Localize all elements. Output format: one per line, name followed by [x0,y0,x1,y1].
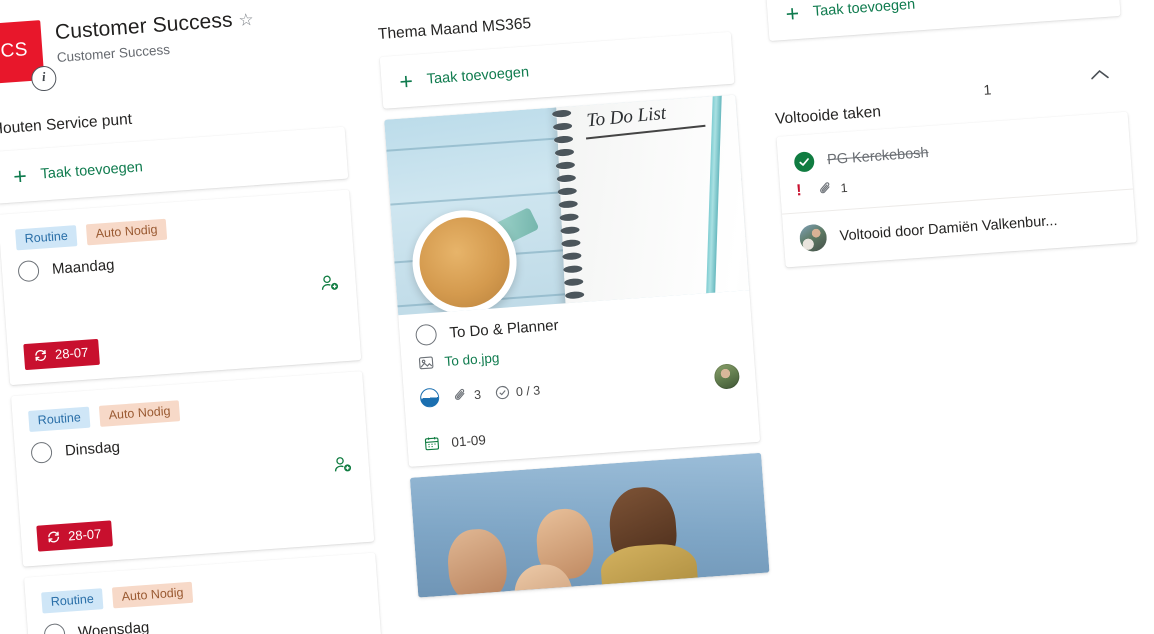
plan-header: CS i Customer Success ☆ Customer Success [0,5,257,92]
checklist-icon [495,385,510,400]
add-task-card[interactable]: + Taak toevoegen [765,0,1121,42]
add-task-button[interactable]: + Taak toevoegen [380,32,735,109]
checklist-progress: 0 / 3 [515,382,541,399]
task-title: Woensdag [77,618,150,634]
plus-icon: + [398,67,414,95]
attachment-count: 3 [473,387,482,402]
add-task-label: Taak toevoegen [40,159,144,183]
bucket-thema-maand-ms365: Thema Maand MS365 + Taak toevoegen To Do… [377,1,770,609]
label-routine[interactable]: Routine [41,588,104,614]
task-title: Maandag [51,256,116,278]
completed-tasks-title: Voltooide taken [774,103,882,128]
bucket-locatie-bezoek: Locatie bez + Taak toevoegen Voltooide t… [764,0,1138,278]
task-complete-checkbox[interactable] [17,259,40,283]
due-date-badge[interactable]: 28-07 [23,338,101,371]
completed-by-text: Voltooid door Damiën Valkenbur... [839,212,1058,245]
task-card[interactable]: Routine Auto Nodig Dinsdag 28-07 [10,371,375,567]
completed-tasks-count: 1 [982,81,992,98]
completed-task-card[interactable]: PG Kerckebosh ! 1 Voltooid door Damiën V… [776,111,1137,268]
checklist-stat: 0 / 3 [493,381,541,401]
task-date-text: 01-09 [450,432,487,450]
plus-icon: + [12,162,28,190]
calendar-icon [424,437,440,451]
task-card[interactable]: Routine Auto Nodig Maandag 28-07 [0,189,362,386]
task-complete-checkbox[interactable] [43,622,66,634]
plan-logo-initials: CS [0,39,29,63]
attachment-count-stat: 3 [451,386,481,405]
attachment-count-stat: 1 [817,179,848,198]
due-date-text: 28-07 [67,526,102,544]
paperclip-icon [820,182,830,194]
completed-task-title: PG Kerckebosh [826,144,930,169]
priority-urgent-icon: ! [795,181,803,200]
task-title: To Do & Planner [448,316,560,342]
favorite-star-icon[interactable]: ☆ [238,10,255,30]
progress-icon [419,387,440,408]
task-complete-checkbox[interactable] [414,323,438,347]
screenshot-canvas: CS i Customer Success ☆ Customer Success … [0,0,1154,634]
paperclip-icon [454,388,465,400]
task-card-photo-2[interactable] [409,452,770,598]
due-date-badge[interactable]: 28-07 [36,520,114,552]
bucket-houten-service-punt: Houten Service punt + Taak toevoegen Rou… [0,96,384,634]
task-cover-image-2 [409,452,770,598]
task-card[interactable]: Routine Auto Nodig Woensdag [23,552,384,634]
assign-person-icon[interactable] [319,272,340,293]
avatar[interactable] [713,363,741,390]
add-task-card[interactable]: + Taak toevoegen [0,126,349,204]
assign-person-icon[interactable] [332,454,353,475]
task-complete-checkbox[interactable] [30,441,53,464]
add-task-button[interactable]: + Taak toevoegen [0,127,348,204]
label-routine[interactable]: Routine [28,406,91,432]
planner-board: CS i Customer Success ☆ Customer Success … [0,0,1154,634]
plan-logo: CS i [0,20,58,92]
avatar[interactable] [798,223,828,253]
due-date-text: 28-07 [54,344,89,362]
chevron-up-icon[interactable] [1088,67,1111,88]
person-graphic [445,527,509,598]
add-task-label: Taak toevoegen [812,0,916,20]
task-title: Dinsdag [64,438,121,460]
completed-check-icon[interactable] [793,151,815,173]
task-card-with-photo[interactable]: To Do List To Do & Planner To do.jpg 3 0… [384,94,761,467]
info-icon[interactable]: i [30,65,58,92]
image-icon [418,356,434,370]
add-task-button[interactable]: + Taak toevoegen [766,0,1121,41]
task-cover-image: To Do List [384,94,750,316]
label-routine[interactable]: Routine [15,225,78,251]
add-task-label: Taak toevoegen [426,64,530,88]
add-task-card[interactable]: + Taak toevoegen [379,31,735,109]
attachment-file-name: To do.jpg [444,350,500,370]
attachment-count: 1 [840,180,848,195]
plus-icon: + [784,0,800,27]
